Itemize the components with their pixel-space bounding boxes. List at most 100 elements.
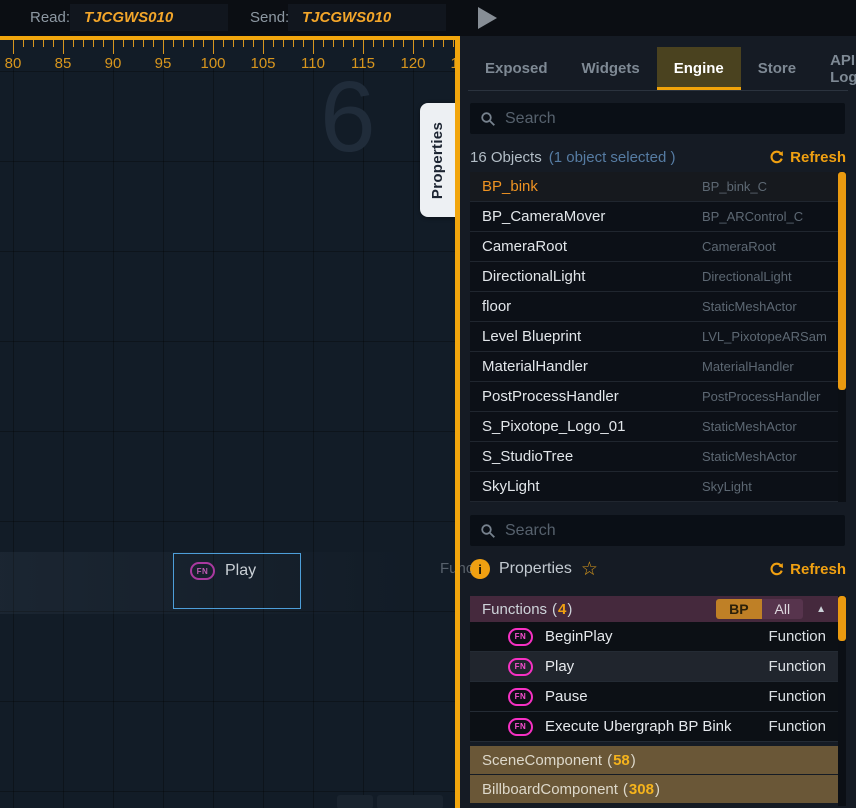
object-class: BP_bink_C <box>702 179 826 194</box>
functions-list: FNBeginPlayFunctionFNPlayFunctionFNPause… <box>470 622 838 742</box>
objects-list: BP_binkBP_bink_CBP_CameraMoverBP_ARContr… <box>470 172 838 502</box>
object-row[interactable]: BP_CameraMoverBP_ARControl_C <box>470 202 838 232</box>
ruler-minor-tick <box>153 40 154 47</box>
ruler-minor-tick <box>423 40 424 47</box>
read-label: Read: <box>30 9 70 26</box>
object-row[interactable]: PostProcessHandlerPostProcessHandler <box>470 382 838 412</box>
object-name: floor <box>482 298 702 315</box>
objects-scrollbar[interactable] <box>838 172 846 502</box>
canvas-border-top <box>0 36 460 40</box>
ruler-label: 85 <box>55 55 72 72</box>
function-row[interactable]: FNPlayFunction <box>470 652 838 682</box>
functions-count: 4 <box>558 601 566 618</box>
ruler-minor-tick <box>433 40 434 47</box>
object-name: BP_bink <box>482 178 702 195</box>
paren: ) <box>631 752 636 769</box>
all-filter-button[interactable]: All <box>762 599 804 619</box>
object-class: StaticMeshActor <box>702 419 826 434</box>
ruler-minor-tick <box>23 40 24 47</box>
component-section-billboardcomponent[interactable]: BillboardComponent(308) <box>470 775 838 803</box>
function-name: Execute Ubergraph BP Bink <box>545 718 768 735</box>
viewport-canvas[interactable]: 80859095100105110115120125 6 FN Play Pro… <box>0 36 460 808</box>
ruler-minor-tick <box>183 40 184 47</box>
object-row[interactable]: floorStaticMeshActor <box>470 292 838 322</box>
object-name: MaterialHandler <box>482 358 702 375</box>
objects-search[interactable] <box>470 103 845 134</box>
bp-filter-button[interactable]: BP <box>716 599 761 619</box>
object-row[interactable]: Level BlueprintLVL_PixotopeARSample.. <box>470 322 838 352</box>
object-name: CameraRoot <box>482 238 702 255</box>
ruler-label: 105 <box>250 55 275 72</box>
tab-label: Widgets <box>582 60 640 77</box>
info-icon[interactable]: i <box>470 559 490 579</box>
tab-store[interactable]: Store <box>741 47 813 90</box>
search-icon <box>480 523 496 539</box>
paren: ( <box>552 601 557 618</box>
objects-search-input[interactable] <box>505 110 835 128</box>
play-widget-label: Play <box>225 562 256 580</box>
refresh-icon <box>769 150 784 165</box>
refresh-icon <box>769 562 784 577</box>
ruler-minor-tick <box>333 40 334 47</box>
component-section-scenecomponent[interactable]: SceneComponent(58) <box>470 746 838 774</box>
paren: ) <box>567 601 572 618</box>
ruler-minor-tick <box>283 40 284 47</box>
section-count: 308 <box>629 781 654 798</box>
ruler-minor-tick <box>83 40 84 47</box>
function-row[interactable]: FNPauseFunction <box>470 682 838 712</box>
ruler-major-tick <box>313 40 314 54</box>
properties-scrollbar[interactable] <box>838 596 846 806</box>
function-row[interactable]: FNExecute Ubergraph BP BinkFunction <box>470 712 838 742</box>
component-sections: SceneComponent(58)BillboardComponent(308… <box>470 746 838 804</box>
properties-search-input[interactable] <box>505 522 835 540</box>
fn-icon: FN <box>508 688 533 706</box>
play-icon[interactable] <box>478 7 497 29</box>
refresh-label: Refresh <box>790 149 846 166</box>
objects-count: 16 Objects <box>470 149 542 166</box>
objects-refresh-button[interactable]: Refresh <box>769 149 846 166</box>
functions-section-header[interactable]: Functions ( 4 ) BP All ▲ <box>470 596 838 622</box>
send-input[interactable] <box>288 4 446 31</box>
object-row[interactable]: S_Pixotope_Logo_01StaticMeshActor <box>470 412 838 442</box>
ruler-minor-tick <box>323 40 324 47</box>
engine-panel: Exposed Widgets EngineStoreAPI Log 16 Obje… <box>460 36 856 808</box>
ruler-minor-tick <box>173 40 174 47</box>
objects-scrollbar-thumb[interactable] <box>838 172 846 390</box>
object-row[interactable]: DirectionalLightDirectionalLight <box>470 262 838 292</box>
object-row[interactable]: CameraRootCameraRoot <box>470 232 838 262</box>
tab-engine[interactable]: Engine <box>657 47 741 90</box>
ruler-minor-tick <box>143 40 144 47</box>
properties-side-tab-label: Properties <box>429 121 446 198</box>
function-row[interactable]: FNBeginPlayFunction <box>470 622 838 652</box>
search-icon <box>480 111 496 127</box>
properties-scrollbar-thumb[interactable] <box>838 596 846 641</box>
properties-refresh-button[interactable]: Refresh <box>769 561 846 578</box>
collapse-arrow-icon[interactable]: ▲ <box>816 604 826 615</box>
properties-search[interactable] <box>470 515 845 546</box>
tab-exposed[interactable]: Exposed <box>468 47 565 90</box>
tab-widgets[interactable]: Widgets <box>565 47 657 90</box>
ruler-minor-tick <box>273 40 274 47</box>
ruler-major-tick <box>63 40 64 54</box>
object-row[interactable]: BP_binkBP_bink_C <box>470 172 838 202</box>
ruler-minor-tick <box>293 40 294 47</box>
paren: ( <box>623 781 628 798</box>
object-row[interactable]: SkyLightSkyLight <box>470 472 838 502</box>
function-name: BeginPlay <box>545 628 768 645</box>
ruler-minor-tick <box>443 40 444 47</box>
favorite-star-icon[interactable]: ☆ <box>581 560 598 579</box>
ruler-minor-tick <box>233 40 234 47</box>
fn-icon: FN <box>190 562 215 580</box>
properties-side-tab[interactable]: Properties <box>420 103 455 217</box>
play-function-widget[interactable]: FN Play <box>173 553 301 609</box>
tab-api-log[interactable]: API Log <box>813 47 856 90</box>
partial-bottom-widget <box>377 795 443 808</box>
read-input[interactable] <box>70 4 228 31</box>
object-row[interactable]: MaterialHandlerMaterialHandler <box>470 352 838 382</box>
function-type: Function <box>768 688 826 705</box>
object-class: StaticMeshActor <box>702 449 826 464</box>
object-class: LVL_PixotopeARSample.. <box>702 329 826 344</box>
ruler-minor-tick <box>403 40 404 47</box>
functions-title: Functions <box>482 601 547 618</box>
object-row[interactable]: S_StudioTreeStaticMeshActor <box>470 442 838 472</box>
